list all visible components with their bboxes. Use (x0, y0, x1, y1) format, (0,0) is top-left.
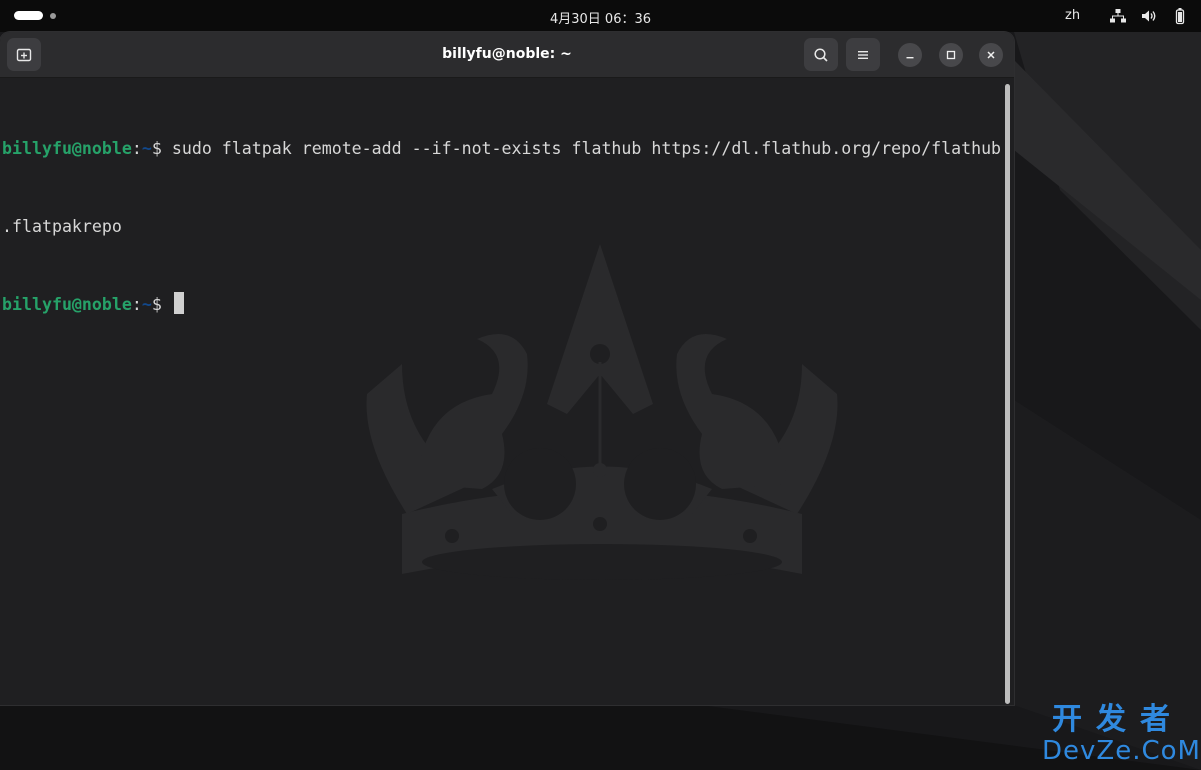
maximize-icon (946, 50, 956, 60)
minimize-button[interactable] (898, 43, 922, 67)
top-bar: 4月30日 06：36 zh (0, 0, 1201, 32)
prompt-user-host: billyfu@noble (2, 139, 132, 158)
main-menu-button[interactable] (846, 38, 880, 71)
prompt-user-host: billyfu@noble (2, 295, 132, 314)
terminal-line: billyfu@noble:~$ (2, 292, 1001, 318)
hamburger-menu-icon (858, 50, 868, 59)
volume-icon[interactable] (1140, 7, 1158, 25)
maximize-button[interactable] (939, 43, 963, 67)
prompt-symbol: $ (151, 139, 172, 158)
close-button[interactable] (979, 43, 1003, 67)
network-wired-icon[interactable] (1109, 7, 1127, 25)
search-icon (814, 47, 828, 62)
watermark-chinese: 开发者 (1052, 702, 1184, 737)
command-text-wrapped: .flatpakrepo (2, 217, 122, 236)
system-tray[interactable] (1109, 7, 1189, 25)
watermark-latin: DevZe.CoM (1042, 736, 1201, 766)
close-icon (987, 51, 995, 59)
search-button[interactable] (804, 38, 838, 71)
scrollbar[interactable] (1005, 84, 1010, 704)
prompt-symbol: $ (151, 295, 172, 314)
terminal-window[interactable]: billyfu@noble: ~ billyfu@noble:~$ sudo f… (0, 32, 1014, 705)
prompt-colon: : (131, 295, 142, 314)
clock[interactable]: 4月30日 06：36 (0, 8, 1201, 27)
terminal-output[interactable]: billyfu@noble:~$ sudo flatpak remote-add… (2, 84, 1001, 370)
prompt-colon: : (131, 139, 142, 158)
window-header-bar[interactable]: billyfu@noble: ~ (0, 32, 1014, 78)
battery-icon[interactable] (1171, 7, 1189, 25)
terminal-line: billyfu@noble:~$ sudo flatpak remote-add… (2, 136, 1001, 162)
terminal-view[interactable]: billyfu@noble:~$ sudo flatpak remote-add… (0, 78, 1014, 705)
clock-label[interactable]: 4月30日 06：36 (550, 8, 651, 27)
input-language-indicator[interactable]: zh (1065, 8, 1080, 23)
text-cursor (173, 292, 184, 314)
site-watermark: 开发者 DevZe.CoM (1042, 702, 1201, 767)
command-text: sudo flatpak remote-add --if-not-exists … (171, 139, 1002, 158)
minimize-icon (906, 57, 914, 59)
prompt-path: ~ (141, 139, 152, 158)
prompt-path: ~ (141, 295, 152, 314)
terminal-line: .flatpakrepo (2, 214, 1001, 240)
